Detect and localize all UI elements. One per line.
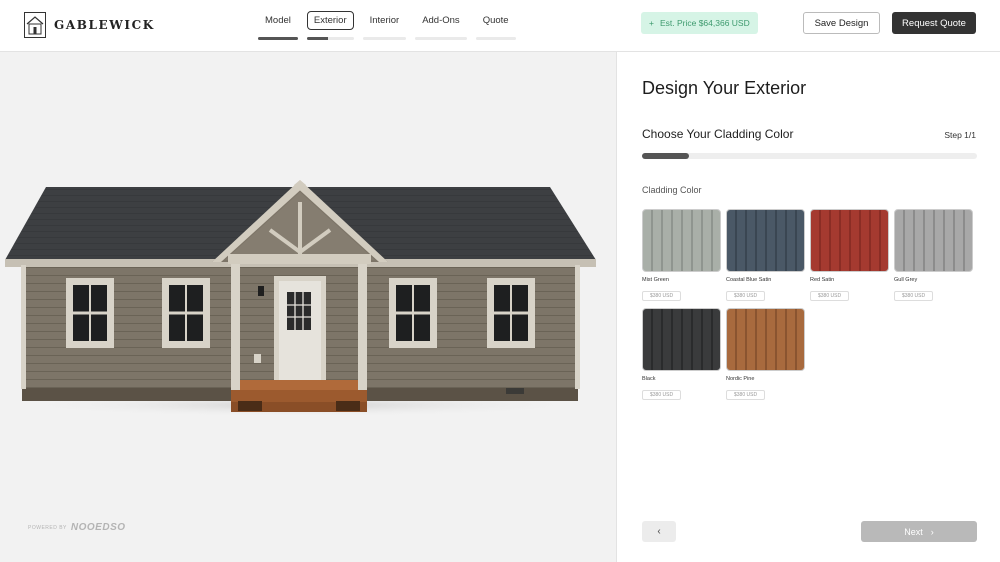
swatch-name: Gull Grey bbox=[894, 277, 918, 283]
tab-label: Quote bbox=[482, 15, 509, 26]
house-render[interactable] bbox=[0, 52, 616, 562]
tab-progress-bar bbox=[306, 37, 354, 40]
swatch-price: $380 USD bbox=[726, 291, 766, 301]
swatch-grid: Mist Green $380 USD Coastal Blue Satin $380… bbox=[642, 209, 982, 401]
price-badge: + Est. Price $64,366 USD bbox=[641, 12, 758, 34]
tab-progress-fill bbox=[306, 37, 328, 40]
swatch-price: $380 USD bbox=[810, 291, 850, 301]
swatch-red-satin[interactable]: Red Satin $380 USD bbox=[810, 209, 889, 302]
chevron-right-icon: › bbox=[930, 526, 934, 537]
tab-progress-bar bbox=[362, 37, 407, 40]
request-quote-button[interactable]: Request Quote bbox=[892, 12, 976, 34]
swatch-black[interactable]: Black $380 USD bbox=[642, 308, 721, 401]
swatch-price: $380 USD bbox=[642, 390, 682, 400]
tab-progress-bar bbox=[258, 37, 298, 40]
save-design-button[interactable]: Save Design bbox=[803, 12, 880, 34]
plus-icon: + bbox=[649, 18, 654, 28]
powered-by-label: POWERED BY bbox=[28, 524, 67, 531]
section-title: Choose Your Cladding Color bbox=[642, 127, 794, 141]
next-button[interactable]: Next › bbox=[861, 521, 977, 542]
house-viewer[interactable]: POWERED BY NOOEDSO bbox=[0, 52, 616, 562]
swatch-gull-grey[interactable]: Gull Grey $380 USD bbox=[894, 209, 973, 302]
tab-interior[interactable]: Interior bbox=[362, 11, 407, 40]
swatch-name: Coastal Blue Satin bbox=[726, 277, 772, 283]
swatch-name: Mist Green bbox=[642, 277, 669, 283]
brand-name: GABLEWICK bbox=[54, 18, 155, 32]
swatch-nordic-pine[interactable]: Nordic Pine $380 USD bbox=[726, 308, 805, 401]
swatch-image[interactable] bbox=[810, 209, 889, 272]
house-logo-icon bbox=[24, 12, 46, 38]
step-progress-fill bbox=[642, 153, 689, 159]
swatch-name: Red Satin bbox=[810, 277, 835, 283]
cladding-color-label: Cladding Color bbox=[642, 185, 702, 195]
swatch-image[interactable] bbox=[894, 209, 973, 272]
back-button[interactable]: ‹ bbox=[642, 521, 676, 542]
swatch-name: Nordic Pine bbox=[726, 376, 755, 382]
chevron-left-icon: ‹ bbox=[657, 526, 661, 537]
tab-label: Exterior bbox=[306, 11, 354, 30]
page-title: Design Your Exterior bbox=[642, 78, 807, 98]
tab-progress-bar bbox=[475, 37, 516, 40]
tab-label: Model bbox=[265, 15, 291, 26]
tab-quote[interactable]: Quote bbox=[475, 11, 516, 40]
price-label: Est. Price $64,366 USD bbox=[659, 18, 750, 28]
tab-label: Interior bbox=[369, 15, 400, 26]
powered-by: POWERED BY NOOEDSO bbox=[28, 522, 126, 533]
swatch-image[interactable] bbox=[726, 209, 805, 272]
swatch-price: $380 USD bbox=[642, 291, 682, 301]
tab-progress-fill bbox=[258, 37, 298, 40]
vendor-logo: NOOEDSO bbox=[70, 522, 126, 533]
swatch-price: $380 USD bbox=[726, 390, 766, 400]
brand-logo[interactable]: GABLEWICK bbox=[24, 12, 155, 38]
swatch-image[interactable] bbox=[642, 308, 721, 371]
tab-model[interactable]: Model bbox=[258, 11, 298, 40]
swatch-mist-green[interactable]: Mist Green $380 USD bbox=[642, 209, 721, 302]
swatch-name: Black bbox=[642, 376, 656, 382]
tab-add-ons[interactable]: Add-Ons bbox=[415, 11, 467, 40]
swatch-coastal-blue-satin[interactable]: Coastal Blue Satin $380 USD bbox=[726, 209, 805, 302]
step-progress-bar bbox=[642, 153, 977, 159]
swatch-image[interactable] bbox=[726, 308, 805, 371]
tab-exterior[interactable]: Exterior bbox=[306, 11, 354, 40]
step-nav: Model Exterior Interior Add-Ons Quote bbox=[258, 11, 516, 40]
swatch-image[interactable] bbox=[642, 209, 721, 272]
swatch-price: $380 USD bbox=[894, 291, 934, 301]
design-panel: Design Your Exterior Choose Your Claddin… bbox=[616, 52, 1000, 562]
step-counter: Step 1/1 bbox=[944, 130, 976, 140]
tab-label: Add-Ons bbox=[422, 15, 460, 26]
tab-progress-bar bbox=[415, 37, 467, 40]
top-bar: GABLEWICK Model Exterior Interior Add-Ons Qu… bbox=[0, 0, 1000, 52]
next-label: Next bbox=[904, 526, 923, 537]
